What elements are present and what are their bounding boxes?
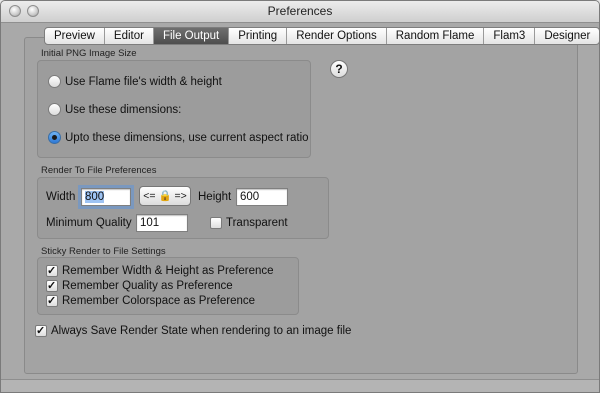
initial-png-title: Initial PNG Image Size <box>41 48 137 59</box>
radio-indicator[interactable] <box>48 103 61 116</box>
window-title: Preferences <box>267 4 333 18</box>
checkbox-label: Remember Quality as Preference <box>62 280 233 292</box>
tab-bar: Preview Editor File Output Printing Rend… <box>44 27 599 45</box>
height-field[interactable]: 600 <box>236 188 288 206</box>
tab-file-output[interactable]: File Output <box>153 28 230 44</box>
checkbox-indicator[interactable] <box>46 295 58 307</box>
radio-upto-dimensions[interactable]: Upto these dimensions, use current aspec… <box>48 131 309 144</box>
sticky-settings-title: Sticky Render to File Settings <box>41 246 166 257</box>
min-quality-field[interactable]: 101 <box>136 214 188 232</box>
transparent-checkbox[interactable]: Transparent <box>210 217 288 229</box>
radio-indicator[interactable] <box>48 131 61 144</box>
radio-use-these-dimensions[interactable]: Use these dimensions: <box>48 103 181 116</box>
checkbox-indicator[interactable] <box>46 280 58 292</box>
title-bar: Preferences <box>1 1 599 23</box>
radio-label: Use these dimensions: <box>65 103 182 116</box>
checkbox-indicator[interactable] <box>210 217 222 229</box>
tab-designer[interactable]: Designer <box>535 28 599 44</box>
radio-indicator[interactable] <box>48 75 61 88</box>
width-label: Width <box>46 191 76 203</box>
tab-flam3[interactable]: Flam3 <box>484 28 536 44</box>
tab-printing[interactable]: Printing <box>229 28 288 44</box>
render-to-file-title: Render To File Preferences <box>41 165 157 176</box>
file-output-panel: Initial PNG Image Size Use Flame file's … <box>24 37 578 374</box>
checkbox-indicator[interactable] <box>35 325 47 337</box>
width-field[interactable]: 800 <box>78 185 134 209</box>
remember-colorspace-checkbox[interactable]: Remember Colorspace as Preference <box>46 295 255 307</box>
checkbox-label: Always Save Render State when rendering … <box>51 325 352 337</box>
initial-png-group: Use Flame file's width & height Use thes… <box>37 60 311 158</box>
radio-label: Upto these dimensions, use current aspec… <box>65 131 309 144</box>
always-save-render-state-checkbox[interactable]: Always Save Render State when rendering … <box>35 325 351 337</box>
window-bottom-bar <box>1 379 599 392</box>
sticky-settings-group: Remember Width & Height as Preference Re… <box>37 257 299 315</box>
remember-size-checkbox[interactable]: Remember Width & Height as Preference <box>46 265 274 277</box>
tab-editor[interactable]: Editor <box>105 28 154 44</box>
checkbox-indicator[interactable] <box>46 265 58 277</box>
radio-use-flame-size[interactable]: Use Flame file's width & height <box>48 75 222 88</box>
preferences-window: Preferences Initial PNG Image Size Use F… <box>0 0 600 393</box>
tab-preview[interactable]: Preview <box>45 28 105 44</box>
tab-random-flame[interactable]: Random Flame <box>387 28 485 44</box>
help-button[interactable]: ? <box>330 60 348 78</box>
checkbox-label: Transparent <box>226 217 288 229</box>
remember-quality-checkbox[interactable]: Remember Quality as Preference <box>46 280 233 292</box>
tab-render-options[interactable]: Render Options <box>287 28 387 44</box>
radio-label: Use Flame file's width & height <box>65 75 222 88</box>
aspect-lock-button[interactable]: <= 🔒 => <box>139 186 191 206</box>
render-to-file-group: Width 800 <= 🔒 => Height 600 Minimum Qua… <box>37 177 329 239</box>
checkbox-label: Remember Colorspace as Preference <box>62 295 256 307</box>
height-label: Height <box>198 191 232 203</box>
checkbox-label: Remember Width & Height as Preference <box>62 265 274 277</box>
min-quality-label: Minimum Quality <box>46 217 132 229</box>
